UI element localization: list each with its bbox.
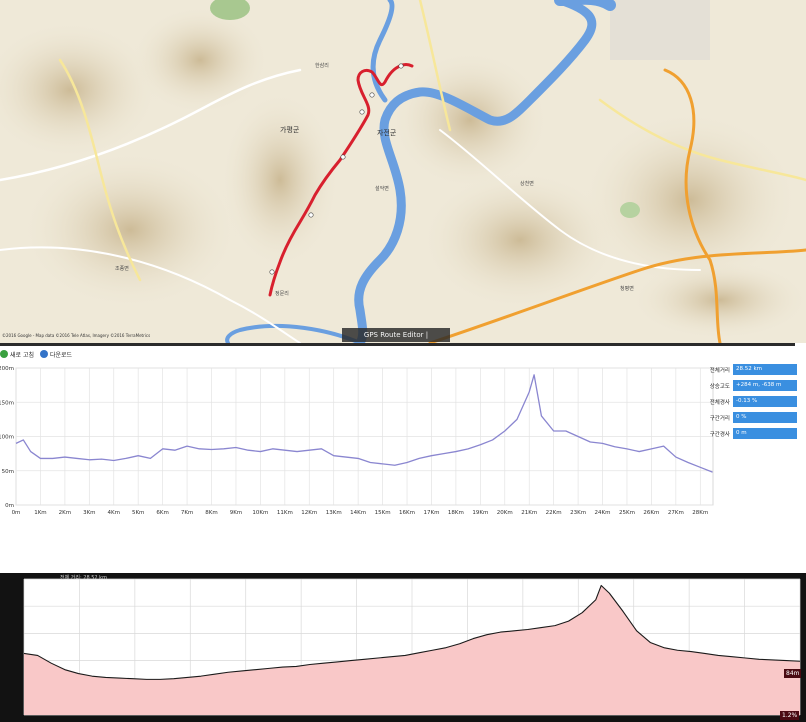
elevation-chart[interactable]: 0m 50m 100m 150m 200m 0m 1Km 2Km 3Km 4Km 5Km 6Km 7Km… [0,360,720,525]
x-tick-label: 22Km [546,510,562,516]
x-tick-label: 0m [12,510,21,516]
stat-label: 전체거리 [709,367,730,374]
stat-segment-grade: 구간경사 0 m [705,427,797,440]
profile-right-badge: 84m [784,669,802,678]
download-button[interactable]: 다운로드 [40,350,72,359]
map-copyright: ©2016 Google - Map data ©2016 Tele Atlas… [2,333,151,338]
stat-label: 구간경사 [709,431,730,438]
profile-bottom-badge: 1.2% [780,711,800,720]
elevation-profile-dark: 전체 거리: 28.52 km 84m 1.2% [0,573,806,722]
y-tick-label: 50m [2,469,14,475]
y-tick-label: 150m [0,400,14,406]
y-tick-label: 0m [5,503,14,509]
x-tick-label: 6Km [156,510,168,516]
x-tick-label: 16Km [399,510,415,516]
x-tick-label: 4Km [108,510,120,516]
x-tick-label: 8Km [205,510,217,516]
x-tick-label: 17Km [423,510,439,516]
map-label-place-b: 한삼리 [315,63,329,69]
x-tick-label: 25Km [619,510,635,516]
y-tick-label: 200m [0,366,14,372]
x-tick-label: 1Km [34,510,46,516]
x-tick-label: 21Km [521,510,537,516]
map-label-gapyeong: 가평군 [280,126,300,134]
x-tick-label: 7Km [181,510,193,516]
refresh-button[interactable]: 새로 고침 [0,350,34,359]
x-tick-label: 2Km [59,510,71,516]
x-tick-label: 13Km [326,510,342,516]
route-map[interactable]: 가평군 자전군 정문리 한삼리 상천면 청평면 조종면 설악면 ©2016 Go… [0,0,806,343]
x-tick-label: 26Km [643,510,659,516]
x-tick-label: 12Km [301,510,317,516]
stat-elevation-gain: 상승고도 +284 m, -638 m [705,379,797,392]
map-footer-credit[interactable]: GPS Route Editor | www.gpsnote.net [342,328,450,342]
x-tick-label: 5Km [132,510,144,516]
x-tick-label: 20Km [497,510,513,516]
x-tick-label: 27Km [668,510,684,516]
x-tick-label: 14Km [350,510,366,516]
x-tick-label: 3Km [83,510,95,516]
x-tick-label: 9Km [230,510,242,516]
download-label: 다운로드 [50,351,73,359]
stat-value: -0.13 % [733,396,797,407]
x-tick-label: 28Km [692,510,708,516]
y-tick-label: 100m [0,435,14,441]
stat-label: 전체경사 [709,399,730,406]
stat-segment-distance: 구간거리 0 % [705,411,797,424]
stat-value: +284 m, -638 m [733,380,797,391]
download-icon [40,350,48,358]
map-label-town: 자전군 [377,129,397,137]
x-tick-label: 23Km [570,510,586,516]
refresh-label: 새로 고침 [10,351,34,359]
map-label-place-f: 설악면 [375,186,389,192]
map-label-place-e: 조종면 [115,266,129,272]
stat-value: 0 m [733,428,797,439]
elevation-toolbar: 새로 고침 다운로드 [0,348,78,360]
stat-value: 28.52 km [733,364,797,375]
stat-label: 구간거리 [709,415,730,422]
x-tick-label: 15Km [375,510,391,516]
stat-total-distance: 전체거리 28.52 km [705,363,797,376]
stat-label: 상승고도 [709,383,730,390]
profile-chart[interactable] [0,573,806,722]
stat-total-grade: 전체경사 -0.13 % [705,395,797,408]
x-tick-label: 24Km [595,510,611,516]
profile-top-label: 전체 거리: 28.52 km [60,575,107,581]
map-label-place-a: 정문리 [275,291,289,297]
map-canvas[interactable] [0,0,806,343]
x-tick-label: 18Km [448,510,464,516]
elevation-panel: 새로 고침 다운로드 0m 50m 100m 150m 200m 0m 1Km 2Km 3Km 4… [0,346,806,526]
map-label-place-c: 상천면 [520,181,534,187]
map-label-place-d: 청평면 [620,286,634,292]
refresh-icon [0,350,8,358]
x-tick-label: 11Km [277,510,293,516]
stat-value: 0 % [733,412,797,423]
x-tick-label: 19Km [472,510,488,516]
x-tick-label: 10Km [252,510,268,516]
route-stats: 전체거리 28.52 km 상승고도 +284 m, -638 m 전체경사 -… [705,363,797,443]
